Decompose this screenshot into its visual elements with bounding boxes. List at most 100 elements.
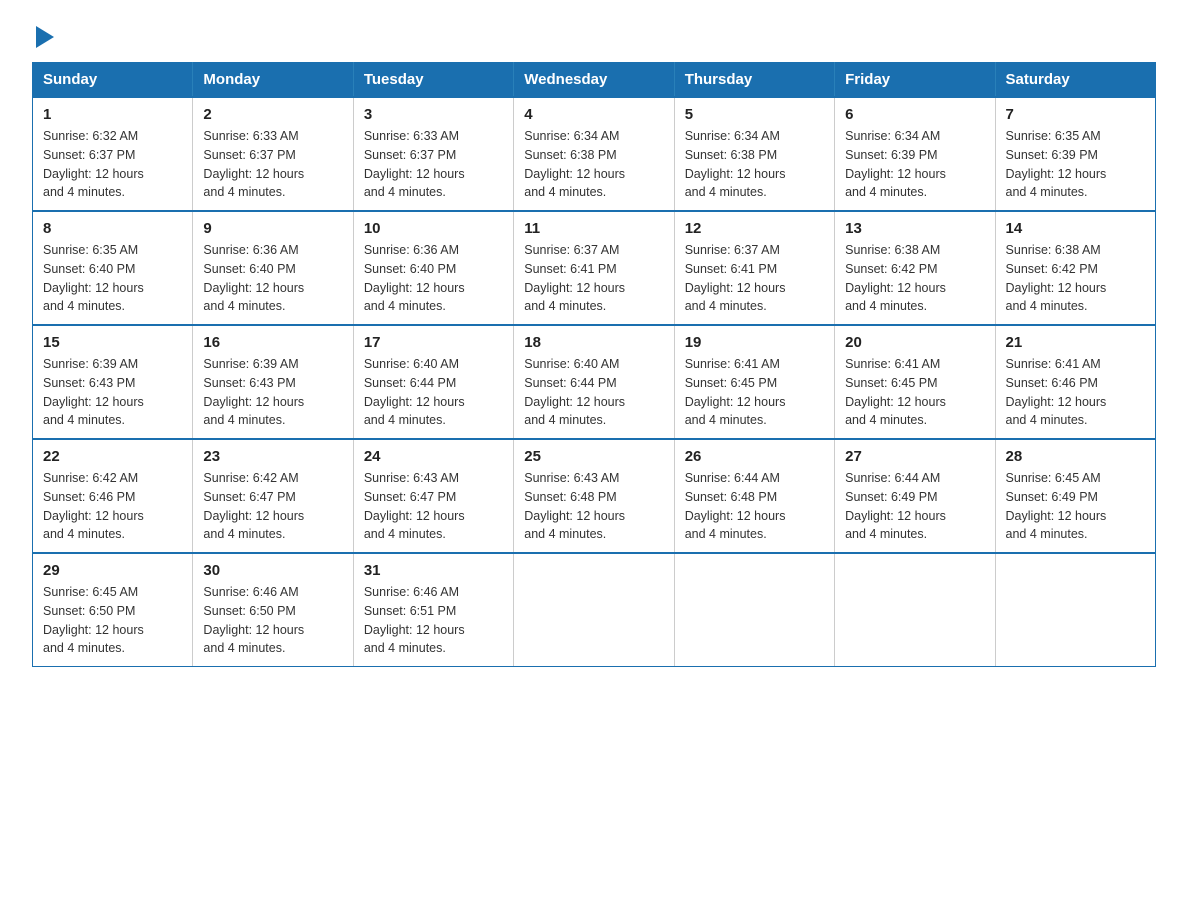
day-number: 24: [364, 448, 503, 465]
logo-triangle-icon: [36, 26, 54, 48]
day-number: 11: [524, 220, 663, 237]
calendar-cell: 10 Sunrise: 6:36 AM Sunset: 6:40 PM Dayl…: [353, 211, 513, 325]
day-info: Sunrise: 6:36 AM Sunset: 6:40 PM Dayligh…: [203, 241, 342, 316]
calendar-cell: 13 Sunrise: 6:38 AM Sunset: 6:42 PM Dayl…: [835, 211, 995, 325]
day-info: Sunrise: 6:39 AM Sunset: 6:43 PM Dayligh…: [203, 355, 342, 430]
calendar-cell: 23 Sunrise: 6:42 AM Sunset: 6:47 PM Dayl…: [193, 439, 353, 553]
col-header-saturday: Saturday: [995, 63, 1155, 98]
day-number: 9: [203, 220, 342, 237]
day-info: Sunrise: 6:37 AM Sunset: 6:41 PM Dayligh…: [524, 241, 663, 316]
day-number: 16: [203, 334, 342, 351]
day-number: 21: [1006, 334, 1145, 351]
day-info: Sunrise: 6:40 AM Sunset: 6:44 PM Dayligh…: [524, 355, 663, 430]
calendar-week-2: 8 Sunrise: 6:35 AM Sunset: 6:40 PM Dayli…: [33, 211, 1156, 325]
calendar-cell: 15 Sunrise: 6:39 AM Sunset: 6:43 PM Dayl…: [33, 325, 193, 439]
page-header: [32, 24, 1156, 44]
calendar-cell: 21 Sunrise: 6:41 AM Sunset: 6:46 PM Dayl…: [995, 325, 1155, 439]
day-info: Sunrise: 6:46 AM Sunset: 6:51 PM Dayligh…: [364, 583, 503, 658]
calendar-cell: 14 Sunrise: 6:38 AM Sunset: 6:42 PM Dayl…: [995, 211, 1155, 325]
day-info: Sunrise: 6:43 AM Sunset: 6:47 PM Dayligh…: [364, 469, 503, 544]
calendar-cell: 29 Sunrise: 6:45 AM Sunset: 6:50 PM Dayl…: [33, 553, 193, 667]
calendar-cell: 4 Sunrise: 6:34 AM Sunset: 6:38 PM Dayli…: [514, 97, 674, 211]
calendar-cell: 11 Sunrise: 6:37 AM Sunset: 6:41 PM Dayl…: [514, 211, 674, 325]
day-info: Sunrise: 6:38 AM Sunset: 6:42 PM Dayligh…: [1006, 241, 1145, 316]
day-info: Sunrise: 6:38 AM Sunset: 6:42 PM Dayligh…: [845, 241, 984, 316]
calendar-cell: 24 Sunrise: 6:43 AM Sunset: 6:47 PM Dayl…: [353, 439, 513, 553]
day-info: Sunrise: 6:40 AM Sunset: 6:44 PM Dayligh…: [364, 355, 503, 430]
calendar-cell: [514, 553, 674, 667]
day-number: 5: [685, 106, 824, 123]
day-number: 22: [43, 448, 182, 465]
col-header-monday: Monday: [193, 63, 353, 98]
calendar-cell: 22 Sunrise: 6:42 AM Sunset: 6:46 PM Dayl…: [33, 439, 193, 553]
day-number: 19: [685, 334, 824, 351]
day-number: 27: [845, 448, 984, 465]
calendar-cell: 9 Sunrise: 6:36 AM Sunset: 6:40 PM Dayli…: [193, 211, 353, 325]
calendar-cell: 8 Sunrise: 6:35 AM Sunset: 6:40 PM Dayli…: [33, 211, 193, 325]
calendar-cell: 25 Sunrise: 6:43 AM Sunset: 6:48 PM Dayl…: [514, 439, 674, 553]
day-info: Sunrise: 6:35 AM Sunset: 6:40 PM Dayligh…: [43, 241, 182, 316]
calendar-cell: 1 Sunrise: 6:32 AM Sunset: 6:37 PM Dayli…: [33, 97, 193, 211]
day-info: Sunrise: 6:34 AM Sunset: 6:38 PM Dayligh…: [524, 127, 663, 202]
day-number: 14: [1006, 220, 1145, 237]
calendar-cell: 12 Sunrise: 6:37 AM Sunset: 6:41 PM Dayl…: [674, 211, 834, 325]
day-number: 31: [364, 562, 503, 579]
calendar-cell: [835, 553, 995, 667]
day-number: 26: [685, 448, 824, 465]
day-info: Sunrise: 6:44 AM Sunset: 6:48 PM Dayligh…: [685, 469, 824, 544]
col-header-friday: Friday: [835, 63, 995, 98]
day-info: Sunrise: 6:46 AM Sunset: 6:50 PM Dayligh…: [203, 583, 342, 658]
day-number: 4: [524, 106, 663, 123]
day-number: 7: [1006, 106, 1145, 123]
day-info: Sunrise: 6:34 AM Sunset: 6:38 PM Dayligh…: [685, 127, 824, 202]
calendar-week-5: 29 Sunrise: 6:45 AM Sunset: 6:50 PM Dayl…: [33, 553, 1156, 667]
day-info: Sunrise: 6:37 AM Sunset: 6:41 PM Dayligh…: [685, 241, 824, 316]
day-number: 25: [524, 448, 663, 465]
calendar-week-4: 22 Sunrise: 6:42 AM Sunset: 6:46 PM Dayl…: [33, 439, 1156, 553]
day-info: Sunrise: 6:35 AM Sunset: 6:39 PM Dayligh…: [1006, 127, 1145, 202]
day-number: 20: [845, 334, 984, 351]
day-info: Sunrise: 6:34 AM Sunset: 6:39 PM Dayligh…: [845, 127, 984, 202]
day-number: 12: [685, 220, 824, 237]
calendar-cell: 16 Sunrise: 6:39 AM Sunset: 6:43 PM Dayl…: [193, 325, 353, 439]
day-info: Sunrise: 6:43 AM Sunset: 6:48 PM Dayligh…: [524, 469, 663, 544]
calendar-cell: 26 Sunrise: 6:44 AM Sunset: 6:48 PM Dayl…: [674, 439, 834, 553]
day-number: 15: [43, 334, 182, 351]
calendar-table: SundayMondayTuesdayWednesdayThursdayFrid…: [32, 62, 1156, 667]
day-number: 29: [43, 562, 182, 579]
day-info: Sunrise: 6:45 AM Sunset: 6:50 PM Dayligh…: [43, 583, 182, 658]
calendar-cell: 5 Sunrise: 6:34 AM Sunset: 6:38 PM Dayli…: [674, 97, 834, 211]
calendar-cell: 28 Sunrise: 6:45 AM Sunset: 6:49 PM Dayl…: [995, 439, 1155, 553]
day-info: Sunrise: 6:33 AM Sunset: 6:37 PM Dayligh…: [364, 127, 503, 202]
calendar-cell: 27 Sunrise: 6:44 AM Sunset: 6:49 PM Dayl…: [835, 439, 995, 553]
col-header-thursday: Thursday: [674, 63, 834, 98]
day-info: Sunrise: 6:45 AM Sunset: 6:49 PM Dayligh…: [1006, 469, 1145, 544]
calendar-cell: [674, 553, 834, 667]
calendar-cell: 19 Sunrise: 6:41 AM Sunset: 6:45 PM Dayl…: [674, 325, 834, 439]
day-number: 13: [845, 220, 984, 237]
day-info: Sunrise: 6:39 AM Sunset: 6:43 PM Dayligh…: [43, 355, 182, 430]
calendar-cell: 20 Sunrise: 6:41 AM Sunset: 6:45 PM Dayl…: [835, 325, 995, 439]
calendar-cell: 6 Sunrise: 6:34 AM Sunset: 6:39 PM Dayli…: [835, 97, 995, 211]
col-header-tuesday: Tuesday: [353, 63, 513, 98]
day-number: 1: [43, 106, 182, 123]
day-number: 2: [203, 106, 342, 123]
logo: [32, 24, 54, 44]
calendar-cell: 7 Sunrise: 6:35 AM Sunset: 6:39 PM Dayli…: [995, 97, 1155, 211]
calendar-cell: 30 Sunrise: 6:46 AM Sunset: 6:50 PM Dayl…: [193, 553, 353, 667]
calendar-cell: 2 Sunrise: 6:33 AM Sunset: 6:37 PM Dayli…: [193, 97, 353, 211]
day-info: Sunrise: 6:41 AM Sunset: 6:45 PM Dayligh…: [685, 355, 824, 430]
day-number: 17: [364, 334, 503, 351]
col-header-wednesday: Wednesday: [514, 63, 674, 98]
calendar-cell: 3 Sunrise: 6:33 AM Sunset: 6:37 PM Dayli…: [353, 97, 513, 211]
calendar-header: SundayMondayTuesdayWednesdayThursdayFrid…: [33, 63, 1156, 98]
calendar-week-3: 15 Sunrise: 6:39 AM Sunset: 6:43 PM Dayl…: [33, 325, 1156, 439]
day-info: Sunrise: 6:32 AM Sunset: 6:37 PM Dayligh…: [43, 127, 182, 202]
day-number: 28: [1006, 448, 1145, 465]
day-number: 18: [524, 334, 663, 351]
day-number: 3: [364, 106, 503, 123]
day-number: 23: [203, 448, 342, 465]
day-number: 30: [203, 562, 342, 579]
calendar-cell: [995, 553, 1155, 667]
col-header-sunday: Sunday: [33, 63, 193, 98]
